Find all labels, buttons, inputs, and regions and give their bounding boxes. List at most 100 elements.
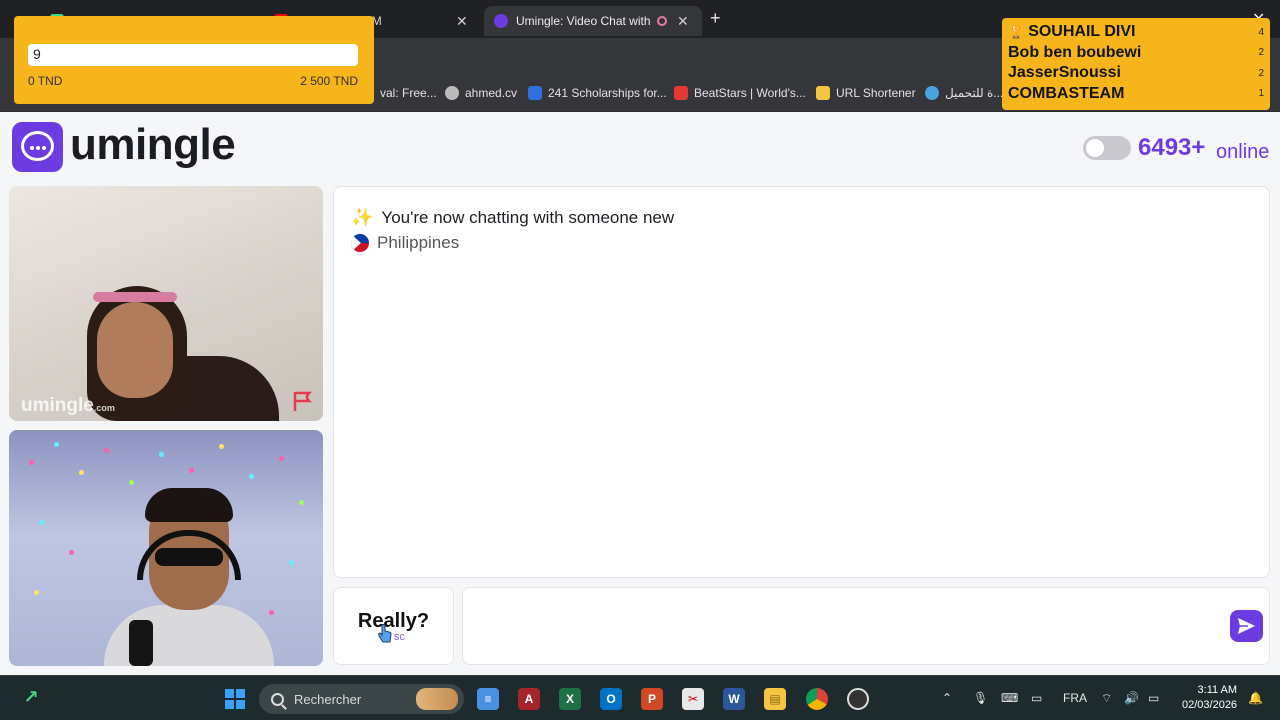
leaderboard-name: COMBASTEAM	[1008, 84, 1125, 102]
self-video	[9, 430, 323, 666]
report-flag-icon[interactable]	[291, 389, 315, 413]
powerpoint-icon[interactable]: P	[641, 688, 663, 710]
chat-panel: ✨ You're now chatting with someone new P…	[333, 186, 1270, 578]
umingle-logo-icon[interactable]	[12, 122, 63, 172]
bookmark-item[interactable]: 241 Scholarships for...	[528, 86, 667, 100]
bookmark-item[interactable]: ة للتحميل...	[925, 86, 1003, 100]
partner-video: umingle.com	[9, 186, 323, 421]
keyboard-icon[interactable]: ⌨	[1001, 691, 1018, 705]
word-icon[interactable]: W	[723, 688, 745, 710]
bookmark-label: URL Shortener	[836, 86, 916, 100]
scholarship-icon	[528, 86, 542, 100]
donation-goal-overlay: 9 0 TND 2 500 TND	[14, 16, 374, 104]
send-icon	[1238, 618, 1255, 634]
trophy-icon: 🏆	[1008, 24, 1025, 40]
notepad-icon[interactable]: ≡	[477, 688, 499, 710]
taskbar-clock[interactable]: 3:11 AM 02/03/2026	[1182, 683, 1237, 713]
search-icon	[271, 692, 284, 706]
skip-button-label: Really?	[357, 610, 430, 632]
bookmark-item[interactable]: ahmed.cv	[445, 86, 517, 100]
leaderboard-count: 1	[1258, 88, 1264, 100]
donation-max-label: 2 500 TND	[300, 74, 358, 88]
site-logo-text[interactable]: umingle	[70, 120, 236, 170]
system-message: ✨ You're now chatting with someone new	[351, 207, 674, 228]
leaderboard-row: JasserSnoussi 2	[1008, 63, 1264, 84]
bookmark-item[interactable]: BeatStars | World's...	[674, 86, 806, 100]
online-label: online	[1216, 141, 1270, 163]
tab-label: Umingle: Video Chat with S	[516, 14, 651, 28]
self-hair	[145, 488, 233, 522]
hand-cursor-icon	[378, 624, 392, 643]
bookmark-item[interactable]: URL Shortener	[816, 86, 916, 100]
toggle-knob	[1086, 139, 1104, 157]
obs-icon[interactable]	[847, 688, 869, 710]
battery-icon[interactable]: ▭	[1148, 691, 1159, 705]
skip-hint: sc	[394, 631, 405, 643]
close-tab-icon[interactable]: ✕	[456, 13, 468, 30]
leaderboard-row: COMBASTEAM 1	[1008, 84, 1264, 105]
leaderboard-count: 2	[1258, 47, 1264, 59]
clock-date: 02/03/2026	[1182, 699, 1238, 711]
skip-button[interactable]: Really? sc	[333, 587, 454, 665]
partner-face	[97, 302, 173, 398]
partner-headband	[93, 292, 177, 302]
bookmark-item[interactable]: val: Free...	[380, 86, 437, 100]
start-button[interactable]	[224, 688, 246, 710]
wifi-icon[interactable]: ⌔	[1101, 691, 1112, 706]
donation-amount-field: 9	[28, 44, 358, 66]
bookmark-label: BeatStars | World's...	[694, 86, 806, 100]
tab-umingle[interactable]: Umingle: Video Chat with S ✕	[484, 6, 702, 36]
dark-mode-toggle[interactable]	[1083, 136, 1131, 160]
microphone	[129, 620, 153, 666]
sparkles-icon: ✨	[351, 207, 374, 227]
bookmark-label: 241 Scholarships for...	[548, 86, 667, 100]
leaderboard-row: Bob ben boubewi 2	[1008, 43, 1264, 64]
taskbar-search-label: Rechercher	[294, 691, 362, 707]
country-name: Philippines	[377, 233, 460, 252]
bookmark-label: val: Free...	[380, 86, 437, 100]
snipping-tool-icon[interactable]: ✂	[682, 688, 704, 710]
notification-icon[interactable]: 🔔	[1248, 691, 1263, 705]
language-indicator[interactable]: FRA	[1063, 691, 1087, 705]
search-highlight-image	[416, 688, 458, 710]
widgets-icon[interactable]: ↗	[20, 686, 42, 708]
show-hidden-icons[interactable]: ⌃	[942, 691, 952, 705]
umingle-favicon-icon	[494, 14, 508, 28]
leaderboard-count: 2	[1258, 67, 1264, 79]
donation-min-label: 0 TND	[28, 74, 63, 88]
file-explorer-icon[interactable]: ▤	[764, 688, 786, 710]
new-tab-button[interactable]: +	[710, 8, 721, 29]
clock-time: 3:11 AM	[1197, 684, 1238, 696]
philippines-flag-icon	[351, 234, 369, 252]
leaderboard-name: SOUHAIL DIVI	[1028, 23, 1136, 41]
partner-country: Philippines	[351, 233, 459, 253]
leaderboard-name: JasserSnoussi	[1008, 64, 1121, 82]
chrome-icon[interactable]	[806, 688, 828, 710]
online-count: 6493+	[1138, 134, 1206, 161]
message-box[interactable]	[462, 587, 1270, 665]
bookmark-label: ahmed.cv	[465, 86, 518, 100]
close-tab-icon[interactable]: ✕	[677, 13, 689, 30]
folder-icon	[816, 86, 830, 100]
send-button[interactable]	[1230, 610, 1263, 642]
windows-taskbar: ↗ Rechercher ≡ A X O P ✂ W ▤ ⌃ 🎙 ⌨ ▭ FRA…	[0, 675, 1280, 720]
taskbar-search[interactable]: Rechercher	[259, 684, 464, 714]
system-message-text: You're now chatting with someone new	[381, 207, 675, 227]
display-icon[interactable]: ▭	[1031, 691, 1042, 705]
excel-icon[interactable]: X	[559, 688, 581, 710]
outlook-icon[interactable]: O	[600, 688, 622, 710]
microphone-icon[interactable]: 🎙	[973, 691, 988, 705]
globe-icon	[445, 86, 459, 100]
access-icon[interactable]: A	[518, 688, 540, 710]
volume-icon[interactable]: 🔊	[1124, 691, 1139, 705]
message-input[interactable]	[473, 608, 1213, 646]
leaderboard-row: 🏆 SOUHAIL DIVI 4	[1008, 22, 1264, 43]
beatstars-icon	[674, 86, 688, 100]
recording-icon	[657, 16, 667, 26]
leaderboard-overlay: 🏆 SOUHAIL DIVI 4 Bob ben boubewi 2 Jasser…	[1002, 18, 1270, 110]
leaderboard-count: 4	[1258, 26, 1264, 38]
gear-icon	[925, 86, 939, 100]
bookmark-label: ة للتحميل...	[945, 86, 1004, 100]
umingle-watermark: umingle.com	[21, 395, 115, 416]
leaderboard-name: Bob ben boubewi	[1008, 43, 1142, 61]
